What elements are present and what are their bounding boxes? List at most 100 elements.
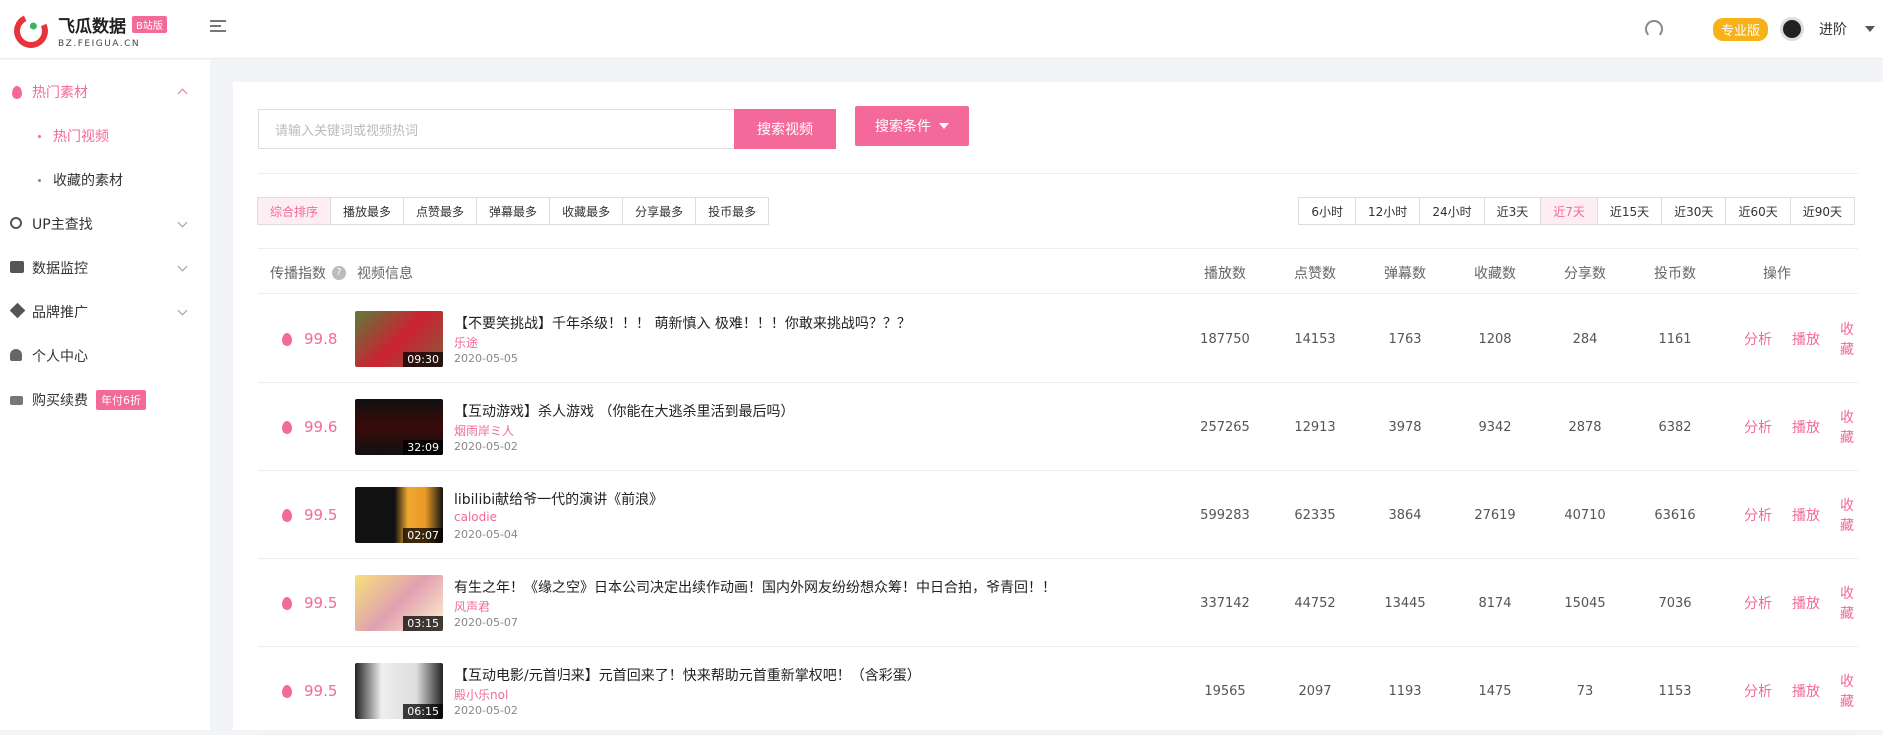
video-duration: 09:30 (403, 352, 443, 367)
play-link[interactable]: 播放 (1792, 647, 1820, 735)
logo-title: 飞瓜数据 (58, 17, 126, 37)
video-thumbnail[interactable]: 06:15 (355, 663, 443, 719)
video-author[interactable]: 殿小乐nol (454, 686, 508, 703)
sidebar-item-up-search[interactable]: UP主查找 (0, 202, 210, 246)
time-tab[interactable]: 24小时 (1419, 197, 1485, 225)
video-thumbnail[interactable]: 32:09 (355, 399, 443, 455)
play-link[interactable]: 播放 (1792, 471, 1820, 559)
sidebar-item-saved-material[interactable]: 收藏的素材 (0, 158, 210, 202)
share-count: 2878 (1568, 419, 1602, 435)
analyze-link[interactable]: 分析 (1744, 295, 1772, 383)
sort-tab[interactable]: 综合排序 (257, 197, 332, 225)
favorite-link[interactable]: 收藏 (1840, 471, 1858, 559)
video-date: 2020-05-05 (454, 352, 518, 365)
logo-icon (9, 8, 53, 53)
sort-tab[interactable]: 弹幕最多 (476, 197, 551, 225)
time-tab[interactable]: 近30天 (1661, 197, 1727, 225)
time-tab[interactable]: 近7天 (1540, 197, 1598, 225)
user-level[interactable]: 进阶 (1819, 19, 1847, 39)
col-header-actions: 操作 (1763, 265, 1791, 282)
sidebar-item-hot-video[interactable]: 热门视频 (0, 114, 210, 158)
favorite-count: 9342 (1478, 419, 1512, 435)
time-tab[interactable]: 近90天 (1789, 197, 1855, 225)
propagation-index: 99.6 (304, 418, 338, 436)
play-count: 599283 (1200, 507, 1250, 523)
favorite-link[interactable]: 收藏 (1840, 383, 1858, 471)
video-thumbnail[interactable]: 09:30 (355, 311, 443, 367)
chevron-down-icon (177, 261, 188, 272)
video-author[interactable]: 风声君 (454, 598, 490, 615)
col-header-likes: 点赞数 (1294, 265, 1336, 282)
flame-icon (12, 85, 22, 99)
time-tab[interactable]: 12小时 (1355, 197, 1421, 225)
video-author[interactable]: 乐途 (454, 334, 478, 351)
time-tab[interactable]: 6小时 (1298, 197, 1357, 225)
chart-icon (10, 261, 24, 273)
main-panel: 请输入关键词或视频热词 搜索视频 搜索条件 综合排序 播放最多 点赞最多 弹幕最… (233, 82, 1883, 735)
time-range-tabs: 6小时 12小时 24小时 近3天 近7天 近15天 近30天 近60天 近90… (1298, 197, 1855, 225)
play-link[interactable]: 播放 (1792, 559, 1820, 647)
flame-icon (282, 508, 292, 522)
sidebar-item-hot-material[interactable]: 热门素材 (0, 70, 210, 114)
favorite-count: 1208 (1478, 331, 1512, 347)
play-link[interactable]: 播放 (1792, 383, 1820, 471)
diamond-icon (9, 302, 26, 319)
danmaku-count: 1193 (1388, 683, 1422, 699)
sidebar-item-data-monitor[interactable]: 数据监控 (0, 246, 210, 290)
search-input[interactable]: 请输入关键词或视频热词 (258, 109, 734, 149)
help-icon[interactable]: ? (332, 265, 346, 280)
coin-count: 1161 (1658, 331, 1692, 347)
headset-icon[interactable] (1644, 20, 1663, 38)
time-tab[interactable]: 近15天 (1596, 197, 1663, 225)
chevron-down-icon[interactable] (1865, 26, 1875, 32)
chevron-down-icon (177, 305, 188, 316)
sidebar-item-personal-center[interactable]: 个人中心 (0, 334, 210, 378)
propagation-index: 99.8 (304, 330, 338, 348)
analyze-link[interactable]: 分析 (1744, 559, 1772, 647)
video-title[interactable]: 有生之年！《缘之空》日本公司决定出续作动画！国内外网友纷纷想众筹！中日合拍，爷青… (454, 577, 1056, 597)
coin-count: 63616 (1654, 507, 1696, 523)
favorite-link[interactable]: 收藏 (1840, 647, 1858, 735)
video-thumbnail[interactable]: 03:15 (355, 575, 443, 631)
video-thumbnail[interactable]: 02:07 (355, 487, 443, 543)
site-logo[interactable]: 飞瓜数据 B站版 BZ.FEIGUA.CN (9, 8, 167, 53)
pro-badge[interactable]: 专业版 (1712, 17, 1768, 41)
play-count: 187750 (1200, 331, 1250, 347)
chevron-down-icon (177, 217, 188, 228)
analyze-link[interactable]: 分析 (1744, 647, 1772, 735)
analyze-link[interactable]: 分析 (1744, 383, 1772, 471)
sidebar-item-purchase[interactable]: 购买续费 年付6折 (0, 378, 210, 422)
time-tab[interactable]: 近3天 (1483, 197, 1542, 225)
col-header-index: 传播指数 (270, 265, 326, 282)
favorite-link[interactable]: 收藏 (1840, 559, 1858, 647)
video-title[interactable]: 【互动电影/元首归来】元首回来了！快来帮助元首重新掌权吧！（含彩蛋） (454, 665, 921, 685)
video-author[interactable]: 烟雨岸ミ人 (454, 422, 514, 439)
sort-tab[interactable]: 播放最多 (330, 197, 405, 225)
search-video-button[interactable]: 搜索视频 (734, 109, 836, 149)
video-title[interactable]: 【互动游戏】杀人游戏 （你能在大逃杀里活到最后吗） (454, 401, 794, 421)
flame-icon (282, 420, 292, 434)
video-title[interactable]: libilibi献给爷一代的演讲《前浪》 (454, 489, 663, 509)
menu-toggle-icon[interactable] (210, 20, 226, 34)
sort-tab[interactable]: 投币最多 (695, 197, 770, 225)
propagation-index: 99.5 (304, 682, 338, 700)
sort-tab[interactable]: 点赞最多 (403, 197, 478, 225)
sidebar-item-label: 收藏的素材 (53, 173, 123, 189)
chevron-up-icon (177, 88, 188, 99)
sort-tab[interactable]: 分享最多 (622, 197, 697, 225)
video-title[interactable]: 【不要笑挑战】千年杀级！！！ 萌新慎入 极难！！！你敢来挑战吗？？？ (454, 313, 911, 333)
avatar[interactable] (1780, 17, 1804, 41)
time-tab[interactable]: 近60天 (1725, 197, 1791, 225)
search-conditions-button[interactable]: 搜索条件 (855, 106, 969, 146)
like-count: 62335 (1294, 507, 1336, 523)
discount-badge: 年付6折 (96, 390, 146, 410)
play-link[interactable]: 播放 (1792, 295, 1820, 383)
video-duration: 32:09 (403, 440, 443, 455)
sort-tab[interactable]: 收藏最多 (549, 197, 624, 225)
sidebar-item-brand-promotion[interactable]: 品牌推广 (0, 290, 210, 334)
share-count: 15045 (1564, 595, 1606, 611)
analyze-link[interactable]: 分析 (1744, 471, 1772, 559)
play-count: 257265 (1200, 419, 1250, 435)
video-author[interactable]: calodie (454, 510, 497, 524)
favorite-link[interactable]: 收藏 (1840, 295, 1858, 383)
